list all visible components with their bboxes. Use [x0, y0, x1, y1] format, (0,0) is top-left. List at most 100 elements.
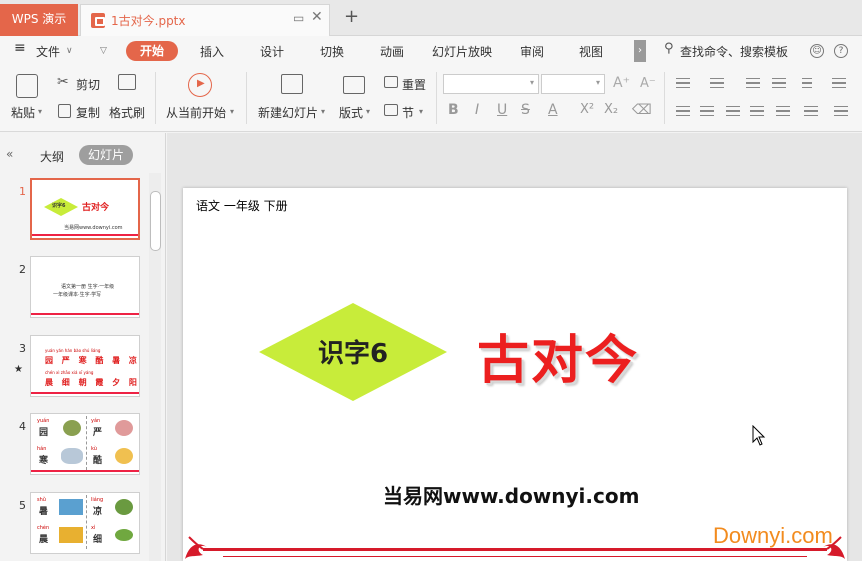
thumb-image — [115, 499, 133, 515]
thumb-chars: 晨 细 朝 霞 夕 阳 — [45, 378, 140, 387]
new-slide-icon[interactable] — [281, 74, 303, 94]
slide-course-label[interactable]: 语文 一年级 下册 — [196, 197, 288, 214]
bold-icon[interactable]: B — [448, 102, 459, 118]
slide-thumbnail-5[interactable]: shǔ 暑 liáng 凉 chén 晨 xì 细 — [30, 492, 140, 554]
thumb-char: 酷 — [93, 456, 103, 466]
ribbon-separator — [436, 72, 437, 124]
star-icon: ★ — [14, 364, 23, 375]
increase-indent-icon[interactable] — [772, 78, 786, 88]
italic-icon[interactable]: I — [475, 102, 479, 118]
superscript-icon[interactable]: X² — [580, 102, 594, 117]
file-menu[interactable]: 文件 — [36, 43, 60, 60]
slide-thumbnail-4[interactable]: yuán 园 yán 严 hán 寒 kù 酷 — [30, 413, 140, 475]
thumb-divider — [86, 416, 87, 470]
font-color-icon[interactable]: A — [548, 102, 558, 118]
slide-thumbnail-3[interactable]: yuán yán hán bào shú liáng 园 严 寒 酷 暑 凉 c… — [30, 335, 140, 397]
scissors-icon[interactable]: ✂ — [57, 74, 69, 90]
reset-icon[interactable] — [384, 76, 398, 88]
from-current-button[interactable]: 从当前开始 — [166, 104, 226, 121]
chevron-down-icon[interactable]: ∨ — [66, 46, 73, 56]
section-dropdown-icon[interactable]: ▾ — [419, 107, 423, 116]
thumb-image — [115, 529, 133, 541]
help-icon[interactable]: ? — [834, 44, 848, 58]
font-size-dropdown-icon[interactable]: ▾ — [596, 78, 600, 87]
clear-format-icon[interactable]: ⌫ — [632, 102, 652, 118]
format-painter-button[interactable]: 格式刷 — [109, 104, 145, 121]
slide-editor[interactable]: 语文 一年级 下册 识字6 古对今 当易网www.downyi.com — [183, 188, 847, 561]
copy-icon[interactable] — [58, 104, 71, 118]
decrease-font-icon[interactable]: A⁻ — [640, 76, 656, 91]
left-ornament — [185, 536, 207, 559]
tab-design[interactable]: 设计 — [260, 43, 284, 60]
window-icon[interactable]: ▭ — [293, 11, 304, 25]
tab-slideshow[interactable]: 幻灯片放映 — [432, 43, 492, 60]
paste-dropdown-icon[interactable]: ▾ — [38, 107, 42, 116]
tab-animation[interactable]: 动画 — [380, 43, 404, 60]
paste-button[interactable]: 粘贴 — [11, 104, 35, 121]
from-current-dropdown-icon[interactable]: ▾ — [230, 107, 234, 116]
app-tab-wps[interactable]: WPS 演示 — [0, 4, 78, 36]
layout-dropdown-icon[interactable]: ▾ — [366, 107, 370, 116]
thumb-deco-line — [32, 234, 138, 236]
slide-badge[interactable]: 识字6 — [259, 333, 447, 370]
feedback-icon[interactable]: ☺ — [810, 44, 824, 58]
strikethrough-icon[interactable]: S — [521, 102, 530, 118]
align-center-icon[interactable] — [700, 106, 714, 116]
quick-access-chevron-icon[interactable]: ▽ — [100, 46, 107, 56]
justify-icon[interactable] — [750, 106, 764, 116]
thumb-pinyin: xì — [91, 525, 96, 531]
subscript-icon[interactable]: X₂ — [604, 102, 618, 117]
tab-review[interactable]: 审阅 — [520, 43, 544, 60]
section-button[interactable]: 节 — [402, 104, 414, 121]
line-spacing-icon[interactable] — [832, 78, 846, 88]
thumb-number: 3 — [19, 342, 26, 355]
hamburger-icon[interactable]: ≡ — [14, 40, 26, 56]
ribbon: 粘贴 ▾ ✂ 剪切 复制 格式刷 ▶ 从当前开始 ▾ 新建幻灯片 ▾ 版式 ▾ … — [0, 66, 862, 132]
align-left-icon[interactable] — [676, 106, 690, 116]
new-tab-button[interactable]: + — [344, 6, 359, 27]
tab-slides[interactable]: 幻灯片 — [79, 145, 133, 165]
tab-transition[interactable]: 切换 — [320, 43, 344, 60]
slide-thumbnail-1[interactable]: 识字6 古对今 当易网www.downyi.com — [30, 178, 140, 240]
cut-button[interactable]: 剪切 — [76, 76, 100, 93]
numbered-list-icon[interactable] — [710, 78, 724, 88]
collapse-pane-icon[interactable]: « — [6, 147, 13, 161]
bullet-list-icon[interactable] — [676, 78, 690, 88]
thumb-pinyin: chén — [37, 525, 50, 531]
section-icon[interactable] — [384, 104, 398, 116]
thumb-char: 暑 — [39, 507, 49, 517]
decrease-indent-icon[interactable] — [746, 78, 760, 88]
font-name-dropdown-icon[interactable]: ▾ — [530, 78, 534, 87]
underline-icon[interactable]: U — [497, 102, 507, 118]
close-icon[interactable]: ✕ — [311, 9, 323, 25]
text-direction-icon[interactable] — [804, 106, 818, 116]
paste-icon[interactable] — [16, 74, 38, 98]
tab-home[interactable]: 开始 — [126, 41, 178, 61]
new-slide-dropdown-icon[interactable]: ▾ — [321, 107, 325, 116]
tab-outline[interactable]: 大纲 — [40, 148, 64, 165]
columns-icon[interactable] — [802, 78, 812, 88]
vertical-align-icon[interactable] — [834, 106, 848, 116]
copy-button[interactable]: 复制 — [76, 104, 100, 121]
layout-icon[interactable] — [343, 76, 365, 94]
reset-button[interactable]: 重置 — [402, 76, 426, 93]
layout-button[interactable]: 版式 — [339, 104, 363, 121]
scrollbar-thumb[interactable] — [150, 191, 161, 251]
thumb-number: 4 — [19, 420, 26, 433]
more-tabs-button[interactable]: › — [634, 40, 646, 62]
distributed-icon[interactable] — [776, 106, 790, 116]
slides-pane: « 大纲 幻灯片 1 识字6 古对今 当易网www.downyi.com 2 语… — [0, 133, 166, 561]
font-name-select[interactable] — [443, 74, 539, 94]
format-painter-icon[interactable] — [118, 74, 136, 90]
document-tab[interactable]: 1古对今.pptx ▭ ✕ — [80, 4, 330, 36]
slide-site-text[interactable]: 当易网www.downyi.com — [383, 480, 639, 509]
slide-thumbnail-2[interactable]: 语文第一册 生字·一年级 一年级课本·生字·学写 — [30, 256, 140, 318]
thumb-char: 细 — [93, 535, 103, 545]
align-right-icon[interactable] — [726, 106, 740, 116]
tab-view[interactable]: 视图 — [579, 43, 603, 60]
increase-font-icon[interactable]: A⁺ — [613, 75, 630, 91]
slide-title[interactable]: 古对今 — [477, 318, 639, 393]
tab-insert[interactable]: 插入 — [200, 43, 224, 60]
command-search-input[interactable]: 查找命令、搜索模板 — [680, 43, 788, 60]
new-slide-button[interactable]: 新建幻灯片 — [258, 104, 318, 121]
